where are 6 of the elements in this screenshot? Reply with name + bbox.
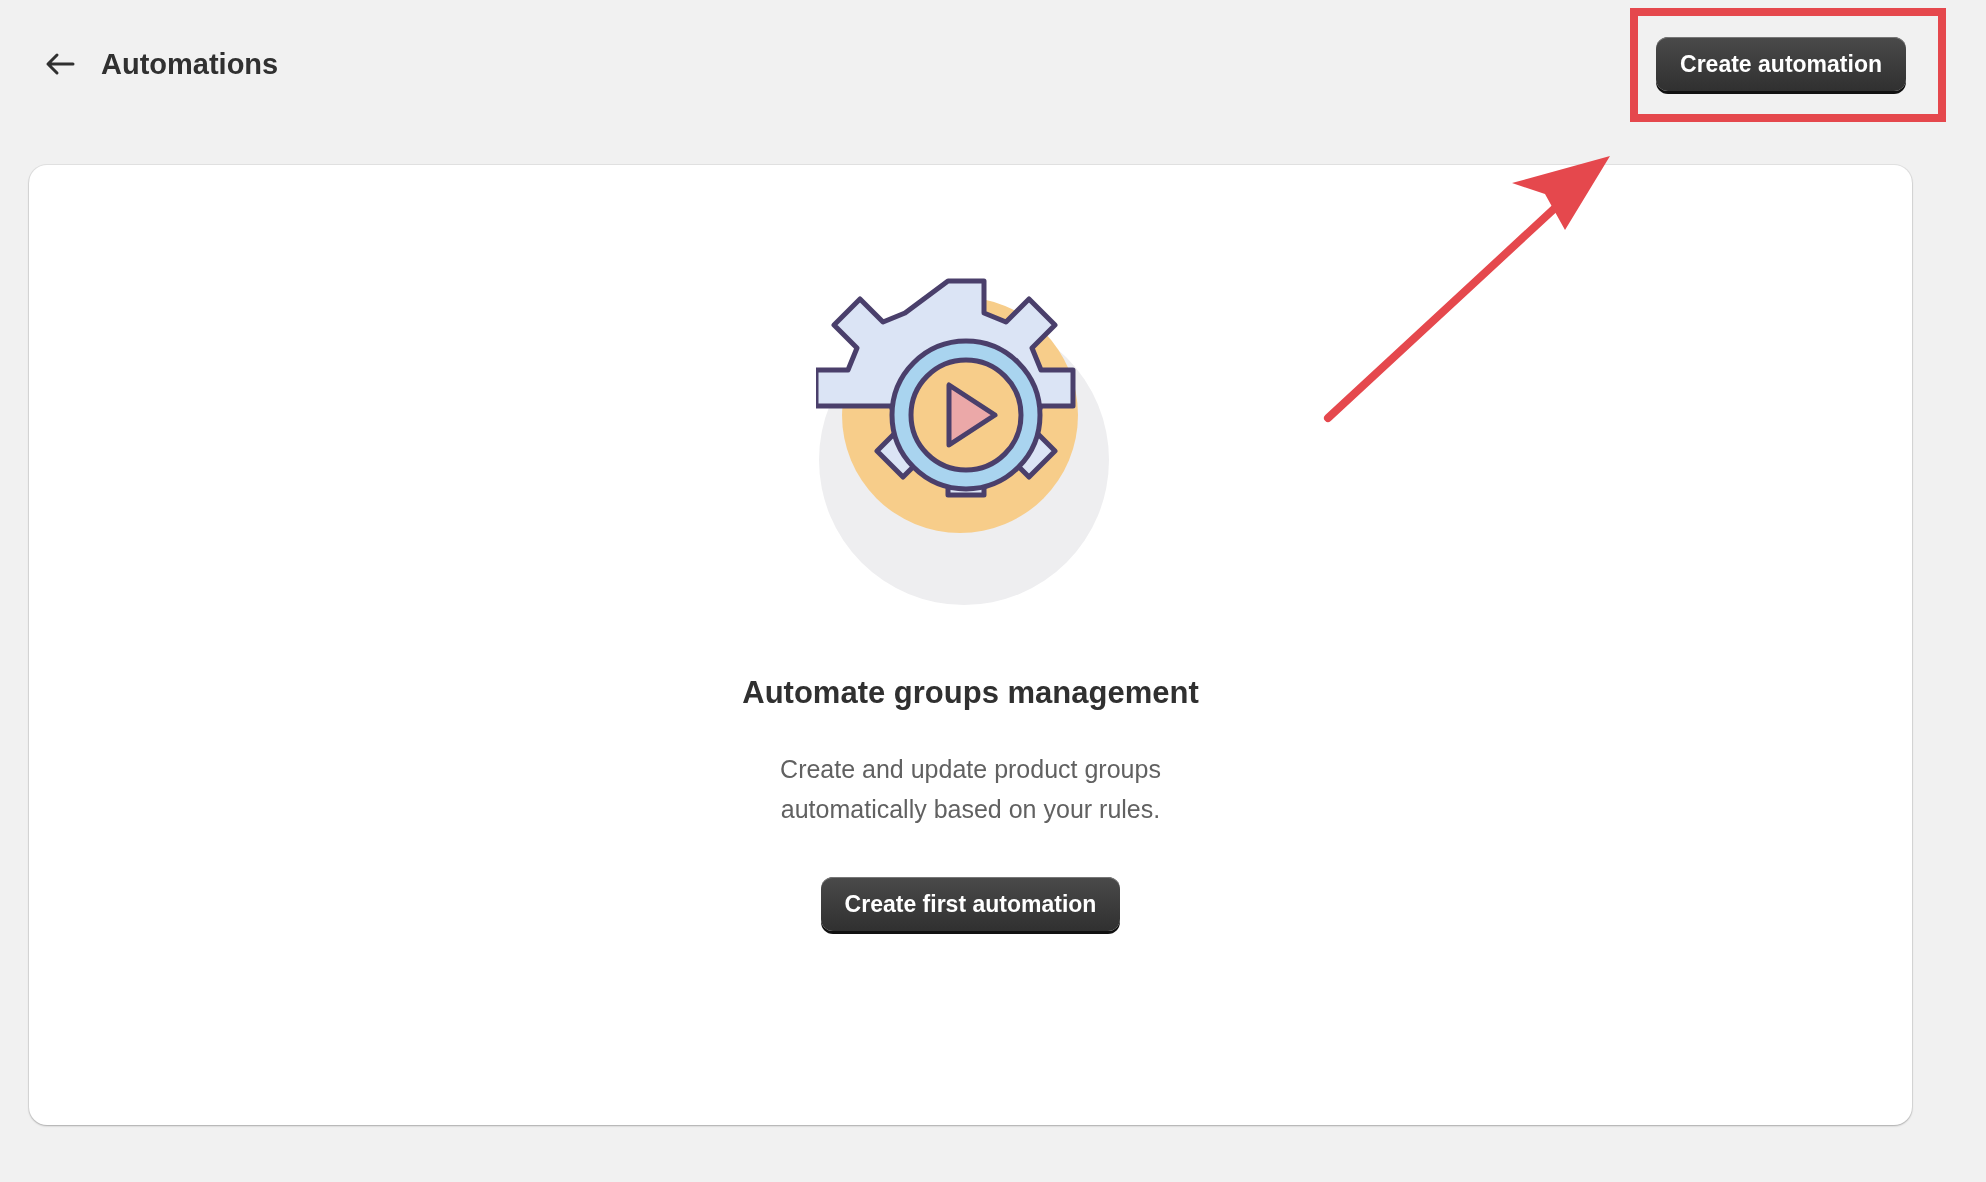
create-first-automation-button[interactable]: Create first automation — [820, 877, 1121, 931]
page-title: Automations — [101, 47, 280, 81]
empty-state-description: Create and update product groups automatically based on your rules. — [779, 754, 1162, 825]
back-arrow-icon — [45, 52, 75, 76]
empty-state-heading: Automate groups management — [742, 675, 1199, 711]
create-automation-button[interactable]: Create automation — [1656, 37, 1906, 91]
